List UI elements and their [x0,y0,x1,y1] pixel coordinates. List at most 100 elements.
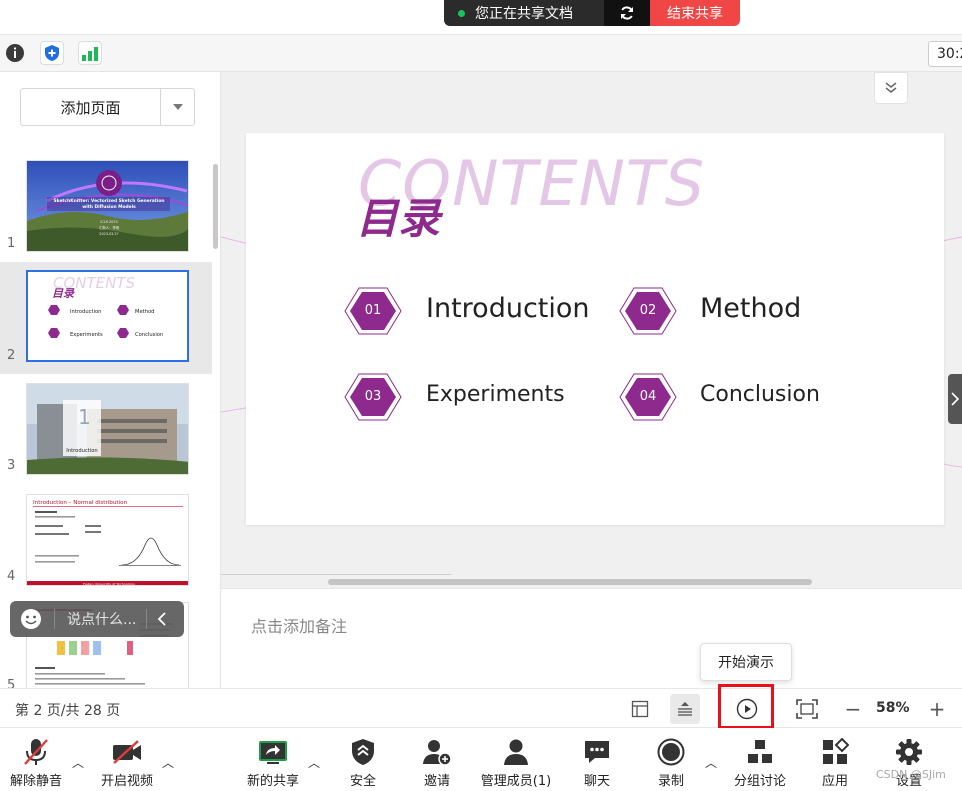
video-options-caret[interactable]: ︿ [162,754,174,771]
layout-icon [631,700,649,718]
thumbnail-1-image: SketchKnitter: Vectorized Sketch Generat… [27,161,188,251]
collapse-toolbar-button[interactable] [874,72,908,104]
meeting-status-strip: 30:2 [0,34,962,72]
chat-button[interactable]: 聊天 [557,736,637,789]
double-chevron-down-icon [885,82,897,93]
manage-members-button[interactable]: 管理成员(1) [476,736,556,789]
info-button[interactable] [3,41,27,65]
stop-sharing-button[interactable]: 结束共享 [650,0,740,26]
thumbnail-number: 3 [7,458,16,473]
record-button[interactable]: 录制 [631,736,711,789]
record-label: 录制 [657,774,684,789]
divider [146,609,148,629]
divider [221,574,451,575]
new-share-button[interactable]: 新的共享 [233,736,313,789]
meeting-timer: 30:2 [928,41,962,67]
shield-icon [352,739,374,765]
svg-text:Introduction: Introduction [66,448,97,454]
speaker-notes-area[interactable]: 点击添加备注 [221,588,962,688]
slide-thumbnail-2[interactable]: CONTENTS 目录 Introduction Method Experime… [26,270,189,362]
svg-text:Dalian University of Technolog: Dalian University of Technology [83,583,135,587]
shield-icon [45,45,59,61]
share-options-caret[interactable]: ︿ [308,754,320,771]
highlight-box [718,684,774,729]
notes-view-button[interactable] [670,694,700,724]
thumbnail-4-image: Introduction – Normal distribution Dalia… [27,495,188,587]
mic-muted-icon [24,739,48,765]
breakout-rooms-label: 分组讨论 [733,774,786,789]
thumbnail-number: 4 [7,569,16,584]
emoji-icon [21,609,41,629]
svg-text:Method: Method [135,309,154,315]
chat-icon [585,741,609,763]
start-video-label: 开启视频 [100,774,153,789]
settings-button[interactable]: 设置 [869,736,949,789]
slide-canvas-area: CONTENTS 目录 01 Introduction 02 Method 03… [221,72,962,588]
page-navigation-bar: 第 2 页/共 28 页 − 58% + [0,688,962,728]
notes-placeholder: 点击添加备注 [251,617,348,636]
slide-thumbnail-panel: 添加页面 SketchKnitter: Vectorized Sketch Ge… [0,72,221,688]
normal-view-button[interactable] [625,694,655,724]
thumbnail-2-image: CONTENTS 目录 Introduction Method Experime… [28,272,187,360]
refresh-icon [621,6,633,20]
side-panel-toggle[interactable] [948,374,962,424]
start-video-button[interactable]: 开启视频 [87,736,167,789]
chevron-right-icon [951,392,959,406]
svg-text:Introduction: Introduction [70,309,101,315]
chevron-left-icon[interactable] [157,612,167,626]
slide-thumbnail-3[interactable]: 1 Introduction [26,383,189,475]
fit-screen-button[interactable] [792,694,822,724]
record-icon [657,738,685,766]
share-screen-icon [259,741,287,764]
network-status-button[interactable] [78,41,102,65]
sharing-status: 您正在共享文档 [444,0,604,26]
comment-placeholder: 说点什么... [67,612,137,628]
add-page-button[interactable]: 添加页面 [21,89,161,125]
slide-thumbnail-4[interactable]: Introduction – Normal distribution Dalia… [26,494,189,586]
apps-icon [823,738,849,764]
gear-icon [896,739,922,765]
switch-share-button[interactable] [604,0,650,26]
slide-title: 目录 [356,194,441,243]
record-options-caret[interactable]: ︿ [705,754,717,771]
svg-text:目录: 目录 [52,287,75,300]
security-status-button[interactable] [40,41,64,65]
invite-button[interactable]: 邀请 [397,736,477,789]
zoom-level: 58% [876,700,910,716]
unmute-label: 解除静音 [9,774,62,789]
thumbnail-number: 1 [7,236,16,251]
horizontal-scrollbar[interactable] [328,579,812,585]
add-page-dropdown[interactable] [161,89,194,125]
apps-label: 应用 [821,774,848,789]
apps-button[interactable]: 应用 [795,736,875,789]
thumbnail-number: 5 [7,678,16,688]
video-off-icon [113,740,141,764]
comment-input-bubble[interactable]: 说点什么... [10,601,184,637]
slide-thumbnail-1[interactable]: SketchKnitter: Vectorized Sketch Generat… [26,160,189,252]
members-icon [504,739,528,765]
caret-down-icon [172,104,183,110]
watermark: CSDN @SJim [876,768,946,781]
add-page-control: 添加页面 [20,88,195,126]
breakout-icon [748,740,772,763]
zoom-in-button[interactable]: + [922,694,952,724]
security-button[interactable]: 安全 [323,736,403,789]
new-share-label: 新的共享 [246,774,299,789]
item-label-method: Method [700,293,802,324]
thumbnail-scrollbar[interactable] [213,164,218,249]
security-label: 安全 [349,774,376,789]
svg-text:Conclusion: Conclusion [135,332,163,338]
item-label-conclusion: Conclusion [700,382,820,407]
unmute-button[interactable]: 解除静音 [0,736,76,789]
invite-user-icon [423,740,452,766]
item-label-experiments: Experiments [426,382,565,407]
meeting-toolbar: 解除静音 ︿ 开启视频 ︿ 新的共享 ︿ 安全 邀请 管理成员(1) 聊天 录制… [0,728,962,791]
breakout-rooms-button[interactable]: 分组讨论 [720,736,800,789]
invite-label: 邀请 [423,774,450,789]
svg-text:Introduction – Normal distribu: Introduction – Normal distribution [33,500,128,506]
item-number: 04 [639,389,657,404]
signal-icon [82,47,98,61]
current-slide: CONTENTS 目录 01 Introduction 02 Method 03… [246,133,944,525]
audio-options-caret[interactable]: ︿ [72,754,84,771]
zoom-out-button[interactable]: − [838,694,868,724]
